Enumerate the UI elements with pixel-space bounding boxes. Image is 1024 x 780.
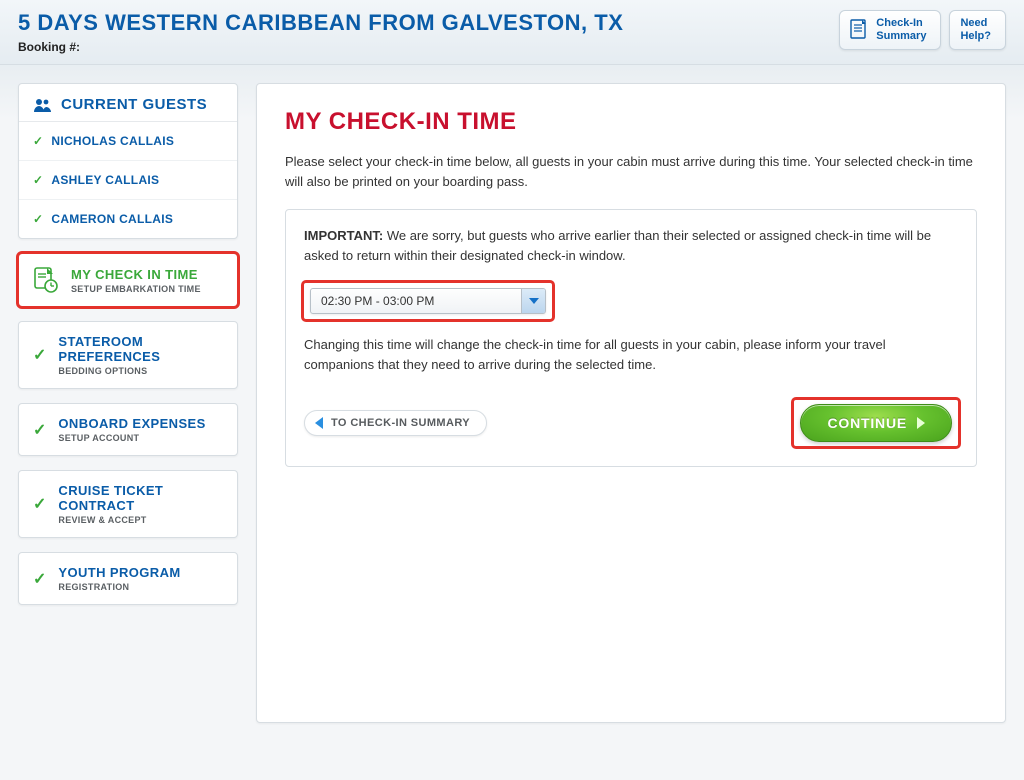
sidebar-step-youth-program[interactable]: ✓ YOUTH PROGRAM REGISTRATION — [18, 552, 238, 605]
back-label: TO CHECK-IN SUMMARY — [331, 417, 470, 429]
page-header: 5 DAYS WESTERN CARIBBEAN FROM GALVESTON,… — [0, 0, 1024, 65]
current-guests-title: CURRENT GUESTS — [61, 96, 207, 113]
arrow-right-icon — [917, 417, 925, 429]
important-callout: IMPORTANT: We are sorry, but guests who … — [285, 209, 977, 467]
checkin-summary-button[interactable]: Check-In Summary — [839, 10, 941, 50]
booking-number-label: Booking #: — [18, 40, 623, 54]
step-subtitle: REGISTRATION — [58, 582, 180, 592]
document-icon — [850, 19, 868, 41]
need-help-label: Need Help? — [960, 17, 991, 43]
arrow-left-icon — [315, 417, 323, 429]
important-text: IMPORTANT: We are sorry, but guests who … — [304, 226, 958, 265]
highlight-time-select: 02:30 PM - 03:00 PM — [304, 283, 552, 319]
step-title: CRUISE TICKET CONTRACT — [58, 483, 223, 513]
need-help-button[interactable]: Need Help? — [949, 10, 1006, 50]
page-title: MY CHECK-IN TIME — [285, 108, 977, 136]
checkin-time-value: 02:30 PM - 03:00 PM — [311, 289, 521, 313]
guest-item[interactable]: ✓ NICHOLAS CALLAIS — [19, 122, 237, 161]
step-subtitle: REVIEW & ACCEPT — [58, 515, 223, 525]
highlight-continue: CONTINUE — [794, 400, 958, 446]
step-subtitle: BEDDING OPTIONS — [58, 366, 223, 376]
step-subtitle: SETUP EMBARKATION TIME — [71, 284, 201, 294]
check-icon: ✓ — [33, 173, 43, 187]
document-clock-icon — [33, 266, 59, 294]
step-title: ONBOARD EXPENSES — [58, 416, 205, 431]
step-title: STATEROOM PREFERENCES — [58, 334, 223, 364]
important-body: We are sorry, but guests who arrive earl… — [304, 228, 931, 263]
guest-item[interactable]: ✓ ASHLEY CALLAIS — [19, 161, 237, 200]
check-icon: ✓ — [33, 212, 43, 226]
sidebar-step-checkin-time[interactable]: MY CHECK IN TIME SETUP EMBARKATION TIME — [18, 253, 238, 307]
guest-name: NICHOLAS CALLAIS — [51, 134, 174, 148]
check-icon: ✓ — [33, 345, 46, 365]
people-icon — [33, 97, 53, 113]
continue-button[interactable]: CONTINUE — [800, 404, 952, 442]
checkin-summary-label: Check-In Summary — [876, 17, 926, 43]
checkin-time-select[interactable]: 02:30 PM - 03:00 PM — [310, 288, 546, 314]
main-panel: MY CHECK-IN TIME Please select your chec… — [256, 83, 1006, 723]
check-icon: ✓ — [33, 569, 46, 589]
change-note: Changing this time will change the check… — [304, 335, 958, 374]
check-icon: ✓ — [33, 134, 43, 148]
guest-name: ASHLEY CALLAIS — [51, 173, 159, 187]
chevron-down-icon — [521, 289, 545, 313]
important-label: IMPORTANT: — [304, 228, 383, 243]
sidebar-step-onboard-expenses[interactable]: ✓ ONBOARD EXPENSES SETUP ACCOUNT — [18, 403, 238, 456]
check-icon: ✓ — [33, 494, 46, 514]
continue-label: CONTINUE — [827, 415, 907, 431]
step-title: YOUTH PROGRAM — [58, 565, 180, 580]
check-icon: ✓ — [33, 420, 46, 440]
step-title: MY CHECK IN TIME — [71, 267, 201, 282]
current-guests-panel: CURRENT GUESTS ✓ NICHOLAS CALLAIS ✓ ASHL… — [18, 83, 238, 239]
cruise-title: 5 DAYS WESTERN CARIBBEAN FROM GALVESTON,… — [18, 10, 623, 36]
lead-text: Please select your check-in time below, … — [285, 152, 977, 191]
back-to-summary-button[interactable]: TO CHECK-IN SUMMARY — [304, 410, 487, 436]
sidebar-step-ticket-contract[interactable]: ✓ CRUISE TICKET CONTRACT REVIEW & ACCEPT — [18, 470, 238, 538]
guest-name: CAMERON CALLAIS — [51, 212, 173, 226]
sidebar: CURRENT GUESTS ✓ NICHOLAS CALLAIS ✓ ASHL… — [18, 83, 238, 619]
sidebar-step-stateroom-preferences[interactable]: ✓ STATEROOM PREFERENCES BEDDING OPTIONS — [18, 321, 238, 389]
guest-item[interactable]: ✓ CAMERON CALLAIS — [19, 200, 237, 238]
step-subtitle: SETUP ACCOUNT — [58, 433, 205, 443]
